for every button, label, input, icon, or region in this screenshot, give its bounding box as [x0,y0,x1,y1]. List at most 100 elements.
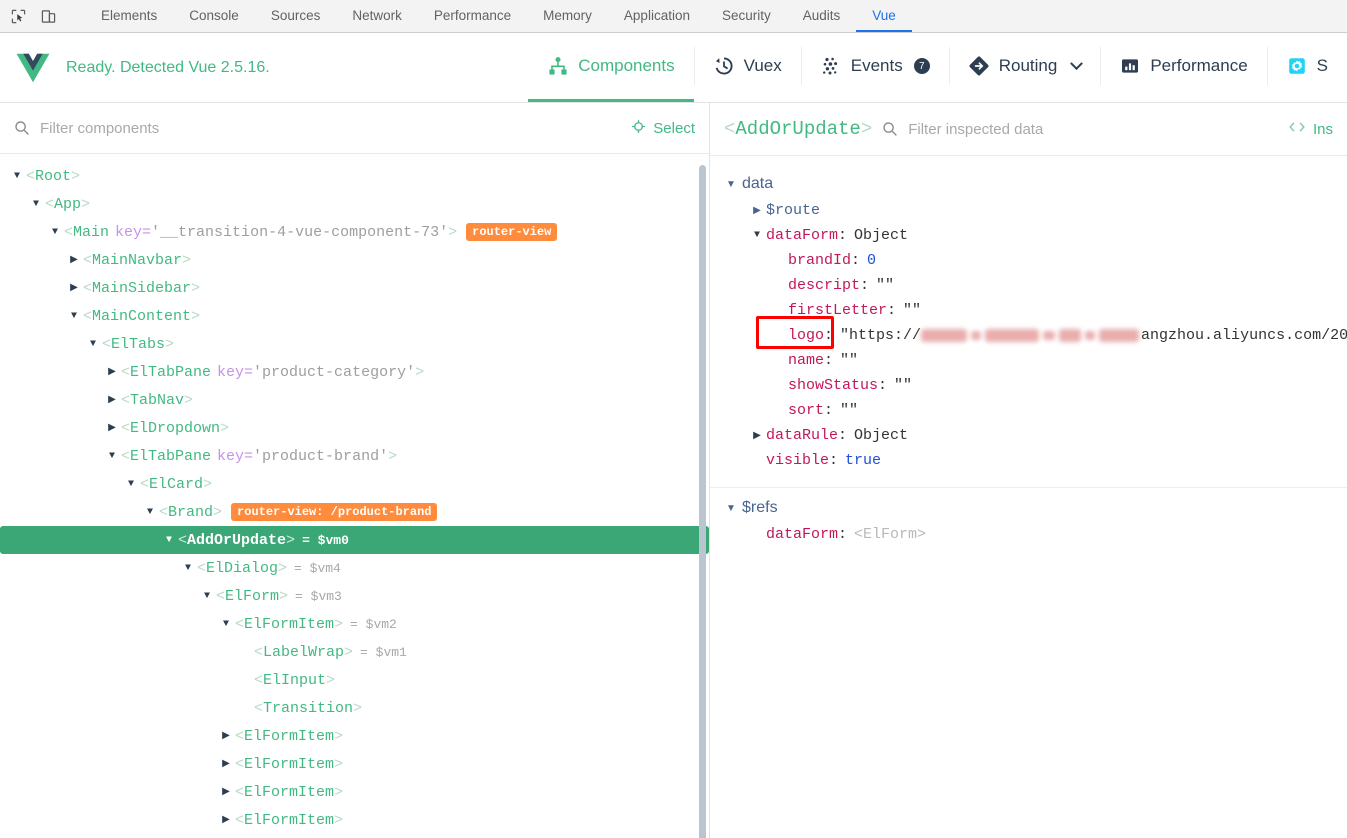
filter-inspected-data-input[interactable] [908,120,1278,138]
caret-right-icon[interactable] [65,282,83,294]
caret-down-icon[interactable] [722,179,740,190]
component-tag-close: > [448,223,458,241]
devtools-tab-performance[interactable]: Performance [418,0,527,32]
caret-down-icon[interactable] [27,199,45,210]
filter-components-input[interactable] [40,119,622,137]
caret-down-icon[interactable] [217,619,235,630]
vue-nav-components[interactable]: Components [528,33,694,102]
component-tag: <Main [64,223,110,241]
devtools-tab-security[interactable]: Security [706,0,787,32]
component-tree-scrollbar[interactable] [699,165,706,838]
caret-down-icon[interactable] [65,311,83,322]
data-key-wrap: dataForm [766,526,838,543]
caret-down-icon[interactable] [8,171,26,182]
data-row[interactable]: firstLetter: "" [710,298,1347,323]
data-row[interactable]: descript: "" [710,273,1347,298]
caret-down-icon[interactable] [103,451,121,462]
data-row[interactable]: name: "" [710,348,1347,373]
vue-nav-performance[interactable]: Performance [1100,33,1266,102]
caret-right-icon[interactable] [217,758,235,770]
devtools-tab-memory[interactable]: Memory [527,0,608,32]
caret-right-icon[interactable] [103,422,121,434]
chevron-down-icon[interactable] [1070,56,1084,70]
data-colon: : [838,526,848,543]
tree-row[interactable]: <ElDropdown> [0,414,709,442]
tree-row[interactable]: <ElFormItem> [0,834,709,838]
tree-row[interactable]: <TabNav> [0,386,709,414]
caret-down-icon[interactable] [160,535,178,546]
inspect-dom-button[interactable]: Ins [1288,120,1333,138]
caret-down-icon[interactable] [46,227,64,238]
data-group-title[interactable]: $refs [710,494,1347,522]
devtools-tab-audits[interactable]: Audits [787,0,857,32]
vue-nav-s[interactable]: S [1266,33,1347,102]
tree-row[interactable]: <ElFormItem> [0,778,709,806]
data-row[interactable]: dataForm: <ElForm> [710,522,1347,547]
tree-row[interactable]: <ElFormItem> [0,750,709,778]
caret-right-icon[interactable] [103,366,121,378]
devtools-tab-network[interactable]: Network [336,0,418,32]
data-row[interactable]: dataForm: Object [710,223,1347,248]
devtools-tab-console[interactable]: Console [173,0,255,32]
caret-right-icon[interactable] [748,205,766,217]
tree-row[interactable]: <MainSidebar> [0,274,709,302]
tree-row[interactable]: <Main key='__transition-4-vue-component-7… [0,218,709,246]
tree-row[interactable]: <ElCard> [0,470,709,498]
devtools-tab-elements[interactable]: Elements [85,0,173,32]
tree-row[interactable]: <ElInput> [0,666,709,694]
devtools-tab-application[interactable]: Application [608,0,706,32]
tree-row[interactable]: <MainContent> [0,302,709,330]
data-key-wrap: descript [788,277,860,294]
caret-down-icon[interactable] [748,230,766,241]
data-row[interactable]: $route [710,198,1347,223]
data-row[interactable]: visible: true [710,448,1347,473]
tree-row[interactable]: <Transition> [0,694,709,722]
caret-right-icon[interactable] [217,814,235,826]
devtools-tab-vue[interactable]: Vue [856,0,912,32]
tree-row[interactable]: <ElTabPane key='product-category'> [0,358,709,386]
tree-row[interactable]: <LabelWrap> = $vm1 [0,638,709,666]
vue-nav-events[interactable]: Events 7 [800,33,949,102]
vue-nav-vuex[interactable]: Vuex [693,33,801,102]
data-row[interactable]: dataRule: Object [710,423,1347,448]
tree-row-selected[interactable]: <AddOrUpdate> = $vm0 [0,526,709,555]
tree-row[interactable]: <Brand> router-view: /product-brand [0,498,709,526]
caret-right-icon[interactable] [65,254,83,266]
data-colon: : [838,227,848,244]
data-value: Object [854,227,909,244]
component-tree[interactable]: <Root><App><Mainkey='__transition-4-vue-… [0,154,709,838]
caret-down-icon[interactable] [198,591,216,602]
tree-row[interactable]: <ElTabPane key='product-brand'> [0,442,709,470]
tree-row[interactable]: <Root> [0,162,709,190]
component-tree-pane: Select <Root><App><Mainkey='__transition… [0,103,710,838]
inspect-element-icon[interactable] [8,6,28,26]
caret-down-icon[interactable] [84,339,102,350]
caret-right-icon[interactable] [217,730,235,742]
tree-row[interactable]: <ElFormItem> [0,722,709,750]
tree-row[interactable]: <ElForm> = $vm3 [0,582,709,610]
caret-right-icon[interactable] [748,430,766,442]
data-row[interactable]: logo: "https:// angzhou.aliyuncs.com/202 [710,316,1347,349]
vue-nav-routing[interactable]: Routing [948,33,1101,102]
data-row[interactable]: brandId:0 [710,248,1347,273]
tree-row[interactable]: <ElFormItem> = $vm2 [0,610,709,638]
caret-down-icon[interactable] [141,507,159,518]
caret-down-icon[interactable] [722,503,740,514]
settings-gear-icon [1286,55,1308,77]
tree-row[interactable]: <MainNavbar> [0,246,709,274]
device-toolbar-icon[interactable] [38,6,58,26]
caret-down-icon[interactable] [122,479,140,490]
caret-right-icon[interactable] [103,394,121,406]
caret-down-icon[interactable] [179,563,197,574]
devtools-tab-sources[interactable]: Sources [255,0,337,32]
tree-row[interactable]: <ElFormItem> [0,806,709,834]
data-group-title[interactable]: data [710,170,1347,198]
inspected-data-tree[interactable]: data$routedataForm:ObjectbrandId:0descri… [710,156,1347,838]
select-component-button[interactable]: Select [631,119,695,138]
tree-row[interactable]: <ElTabs> [0,330,709,358]
tree-row[interactable]: <ElDialog> = $vm4 [0,554,709,582]
tree-row[interactable]: <App> [0,190,709,218]
data-row[interactable]: sort: "" [710,398,1347,423]
caret-right-icon[interactable] [217,786,235,798]
data-row[interactable]: showStatus: "" [710,373,1347,398]
